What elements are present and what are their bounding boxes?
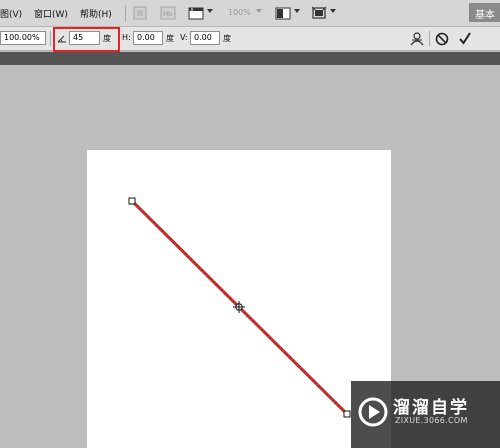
- watermark: 溜溜自学 ZIXUE.3066.COM: [351, 381, 500, 448]
- watermark-subtitle: ZIXUE.3066.COM: [395, 416, 468, 425]
- watermark-title: 溜溜自学: [393, 398, 469, 418]
- transform-handle-bottom[interactable]: [343, 410, 351, 418]
- transform-handle-top[interactable]: [128, 197, 136, 205]
- play-logo-icon: [358, 397, 388, 427]
